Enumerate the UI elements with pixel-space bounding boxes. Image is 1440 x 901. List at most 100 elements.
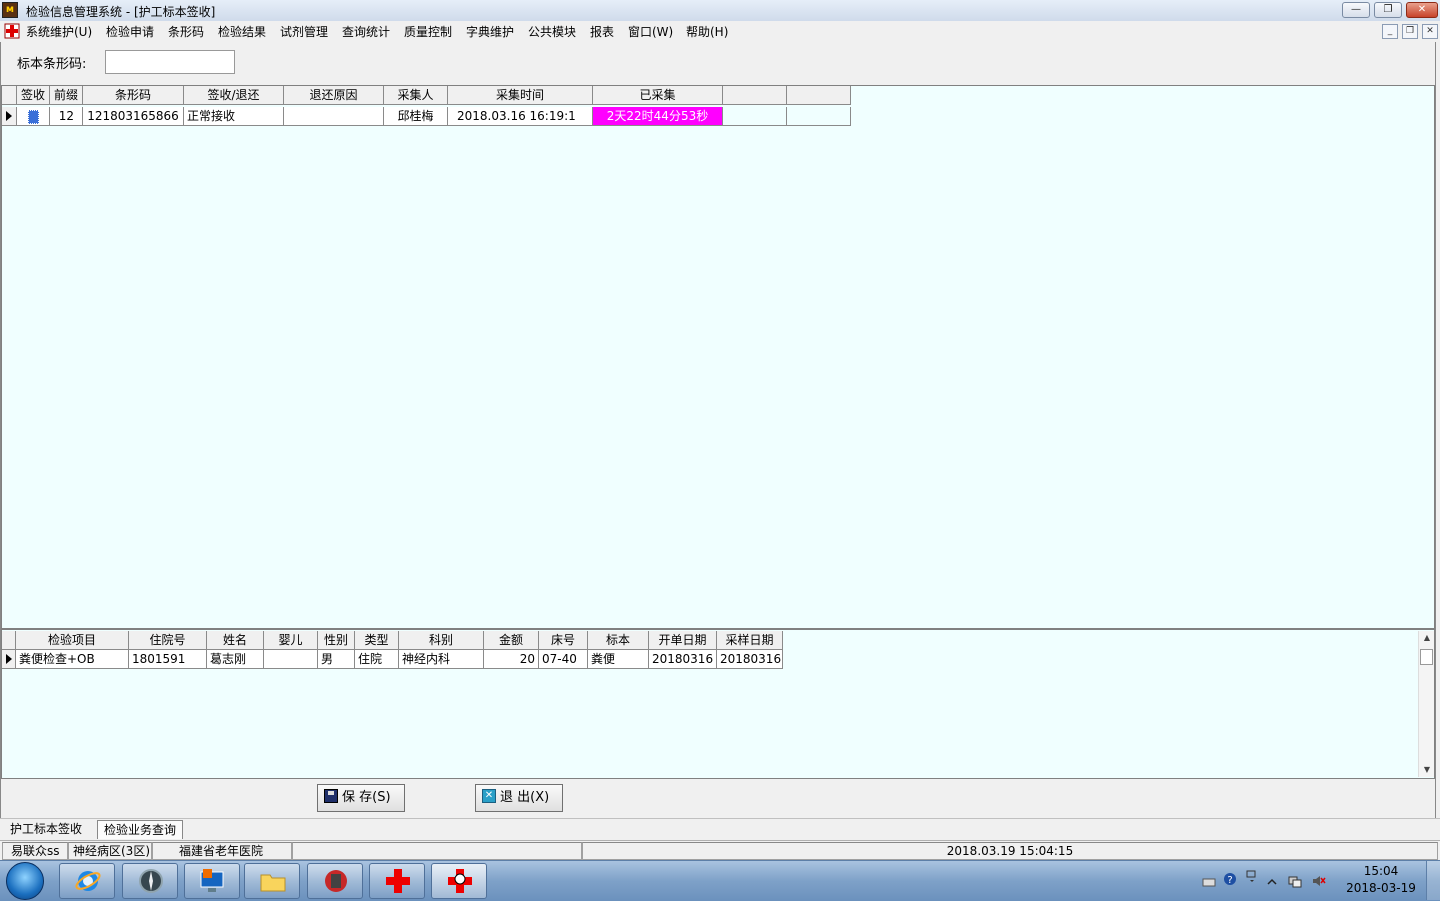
start-button[interactable]: [6, 862, 44, 900]
maximize-button[interactable]: ❐: [1374, 2, 1402, 18]
barcode-input[interactable]: [105, 50, 235, 74]
specimen-grid[interactable]: 签收 前缀 条形码 签收/退还 退还原因 采集人 采集时间 已采集 12 121…: [1, 85, 1435, 629]
cell-order-date[interactable]: 20180316: [649, 650, 717, 669]
cell-collect-time[interactable]: 2018.03.16 16:19:1: [448, 107, 593, 126]
taskbar-app-1[interactable]: [307, 863, 363, 899]
cell-blank-2[interactable]: [787, 107, 851, 126]
menu-dictionary[interactable]: 字典维护: [466, 23, 514, 40]
cell-return-reason[interactable]: [284, 107, 384, 126]
menu-result[interactable]: 检验结果: [218, 23, 266, 40]
taskbar-remote[interactable]: [184, 863, 240, 899]
taskbar-clock[interactable]: 15:04 2018-03-19: [1342, 863, 1420, 897]
cell-gender[interactable]: 男: [318, 650, 355, 669]
cell-prefix[interactable]: 12: [50, 107, 83, 126]
vertical-scrollbar[interactable]: ▲ ▼: [1418, 631, 1434, 777]
col-header-sign-return[interactable]: 签收/退还: [184, 86, 284, 105]
mdi-restore-button[interactable]: ❐: [1402, 24, 1418, 39]
taskbar-lis-active[interactable]: [431, 863, 487, 899]
col-header-specimen[interactable]: 标本: [588, 631, 649, 650]
col-header-sample-date[interactable]: 采样日期: [717, 631, 783, 650]
show-desktop-button[interactable]: [1426, 861, 1440, 900]
menu-bar: 系统维护(U) 检验申请 条形码 检验结果 试剂管理 查询统计 质量控制 字典维…: [0, 21, 1440, 41]
cell-specimen[interactable]: 粪便: [588, 650, 649, 669]
col-header-return-reason[interactable]: 退还原因: [284, 86, 384, 105]
cell-test-item[interactable]: 粪便检查+OB: [16, 650, 129, 669]
col-header-department[interactable]: 科别: [399, 631, 484, 650]
menu-report[interactable]: 报表: [590, 23, 614, 40]
cell-amount[interactable]: 20: [484, 650, 539, 669]
internet-explorer-icon: [75, 871, 101, 891]
col-header-prefix[interactable]: 前缀: [50, 86, 83, 105]
status-user: 易联众ss: [2, 842, 68, 860]
tab-lab-business-query[interactable]: 检验业务查询: [97, 820, 184, 839]
sign-checkbox[interactable]: [27, 110, 39, 124]
menu-barcode[interactable]: 条形码: [168, 23, 204, 40]
keyboard-icon[interactable]: [1202, 875, 1216, 889]
mdi-minimize-button[interactable]: _: [1382, 24, 1398, 39]
title-bar: м 检验信息管理系统 - [护工标本签收] — ❐ ✕: [0, 0, 1440, 22]
cell-type[interactable]: 住院: [355, 650, 399, 669]
cell-department[interactable]: 神经内科: [399, 650, 484, 669]
barcode-label: 标本条形码:: [17, 57, 87, 72]
menu-system[interactable]: 系统维护(U): [26, 23, 92, 40]
menu-help[interactable]: 帮助(H): [686, 23, 728, 40]
col-header-test-item[interactable]: 检验项目: [16, 631, 129, 650]
menu-reagent[interactable]: 试剂管理: [280, 23, 328, 40]
col-header-blank-1[interactable]: [723, 86, 787, 105]
col-header-order-date[interactable]: 开单日期: [649, 631, 717, 650]
app-menu-icon[interactable]: [4, 23, 20, 39]
taskbar-explorer[interactable]: [244, 863, 300, 899]
test-items-grid[interactable]: 检验项目 住院号 姓名 婴儿 性别 类型 科别 金额 床号 标本 开单日期 采样…: [1, 629, 1435, 779]
menu-query[interactable]: 查询统计: [342, 23, 390, 40]
cell-sample-date[interactable]: 20180316: [717, 650, 783, 669]
menu-qc[interactable]: 质量控制: [404, 23, 452, 40]
volume-muted-icon[interactable]: [1312, 874, 1326, 888]
cell-collector[interactable]: 邱桂梅: [384, 107, 448, 126]
menu-public[interactable]: 公共模块: [528, 23, 576, 40]
cell-sign[interactable]: [17, 107, 50, 126]
clock-date: 2018-03-19: [1346, 881, 1416, 895]
show-hidden-icons-icon[interactable]: [1265, 875, 1279, 889]
col-header-admission-no[interactable]: 住院号: [129, 631, 207, 650]
cell-name[interactable]: 葛志刚: [207, 650, 264, 669]
cell-elapsed[interactable]: 2天22时44分53秒: [593, 107, 723, 126]
col-header-elapsed[interactable]: 已采集: [593, 86, 723, 105]
app-icon[interactable]: м: [2, 2, 18, 18]
language-icon[interactable]: [1245, 869, 1259, 883]
col-header-gender[interactable]: 性别: [318, 631, 355, 650]
col-header-blank-2[interactable]: [787, 86, 851, 105]
exit-button[interactable]: ✕ 退 出(X): [475, 784, 563, 812]
col-header-collector[interactable]: 采集人: [384, 86, 448, 105]
tab-nurse-specimen-signin[interactable]: 护工标本签收: [4, 820, 88, 839]
col-header-amount[interactable]: 金额: [484, 631, 539, 650]
col-header-type[interactable]: 类型: [355, 631, 399, 650]
menu-window[interactable]: 窗口(W): [628, 23, 673, 40]
clock-time: 15:04: [1363, 864, 1399, 878]
network-icon[interactable]: [1288, 874, 1302, 888]
close-button[interactable]: ✕: [1406, 2, 1438, 18]
col-header-name[interactable]: 姓名: [207, 631, 264, 650]
menu-request[interactable]: 检验申请: [106, 23, 154, 40]
minimize-button[interactable]: —: [1342, 2, 1370, 18]
cell-sign-return[interactable]: 正常接收: [184, 107, 284, 126]
mdi-close-button[interactable]: ✕: [1422, 24, 1438, 39]
cell-barcode[interactable]: 121803165866: [83, 107, 184, 126]
taskbar-ie[interactable]: [59, 863, 115, 899]
help-icon[interactable]: ?: [1223, 872, 1237, 886]
col-header-barcode[interactable]: 条形码: [83, 86, 184, 105]
col-header-bed[interactable]: 床号: [539, 631, 588, 650]
save-button[interactable]: 保 存(S): [317, 784, 405, 812]
cell-blank-1[interactable]: [723, 107, 787, 126]
cell-bed[interactable]: 07-40: [539, 650, 588, 669]
scroll-down-arrow-icon[interactable]: ▼: [1419, 763, 1435, 777]
col-header-sign[interactable]: 签收: [17, 86, 50, 105]
scroll-up-arrow-icon[interactable]: ▲: [1419, 631, 1435, 645]
taskbar-app-2[interactable]: [369, 863, 425, 899]
cell-admission-no[interactable]: 1801591: [129, 650, 207, 669]
col-header-collect-time[interactable]: 采集时间: [448, 86, 593, 105]
taskbar-navigator[interactable]: [122, 863, 178, 899]
status-panel-1: [292, 842, 582, 860]
col-header-infant[interactable]: 婴儿: [264, 631, 318, 650]
cell-infant[interactable]: [264, 650, 318, 669]
scroll-thumb[interactable]: [1420, 649, 1433, 665]
